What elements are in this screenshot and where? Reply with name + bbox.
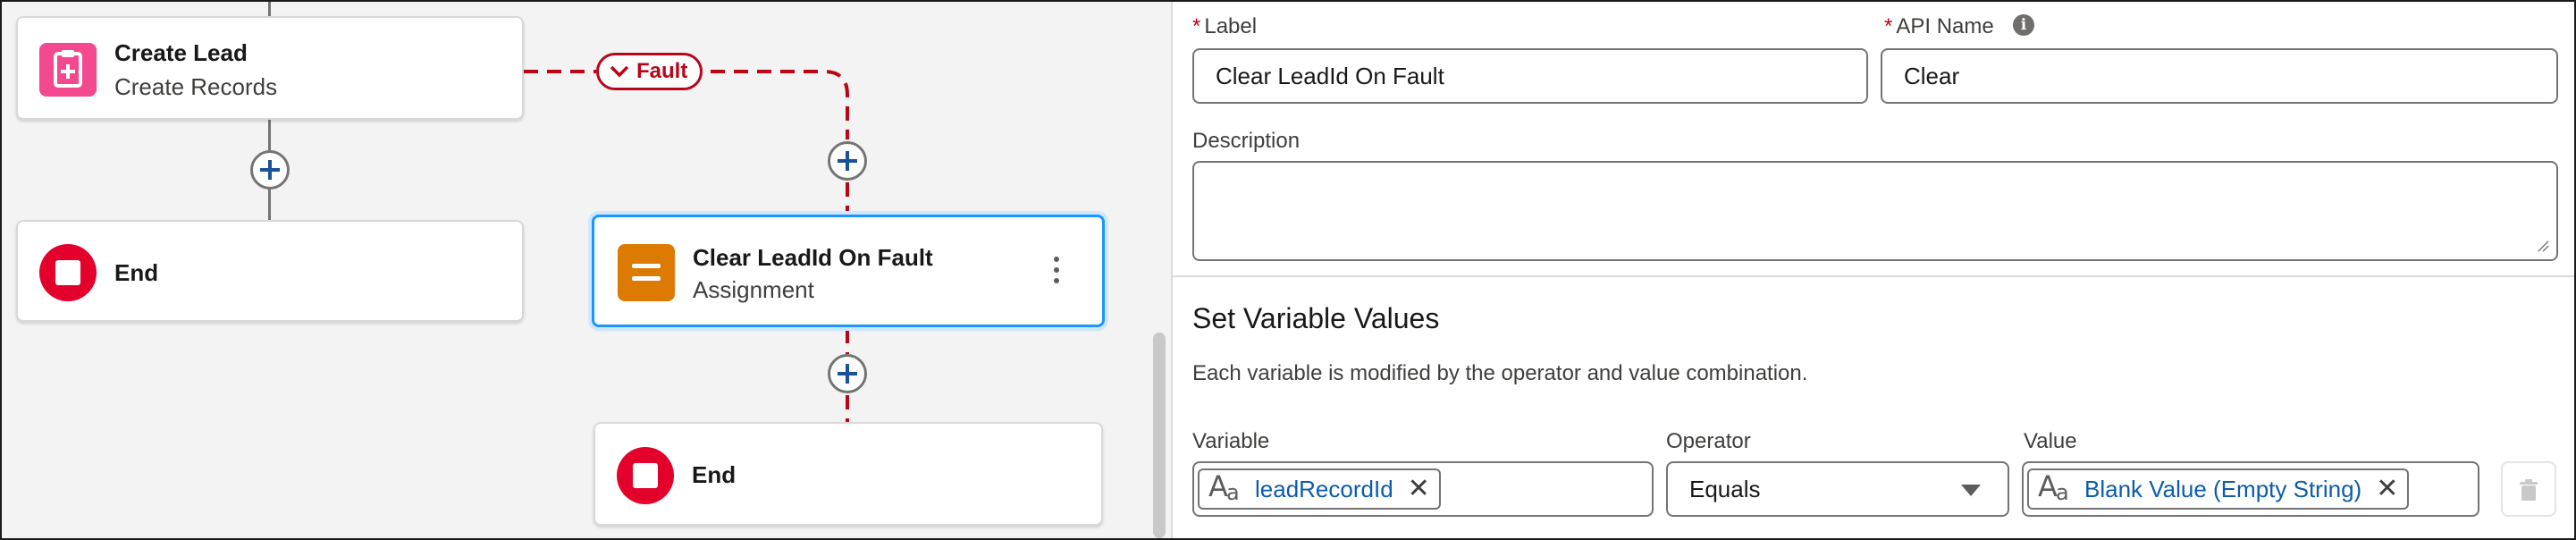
flow-builder-window: Create Lead Create Records Fault End Cle… [0,0,2576,540]
add-element-button[interactable] [828,141,867,181]
section-title: Set Variable Values [1192,302,1440,334]
text-variable-icon: Aa [2038,469,2069,505]
fault-label: Fault [636,59,688,83]
node-title: Create Lead [114,39,248,66]
canvas-scrollbar[interactable] [1153,333,1166,538]
value-column-label: Value [2024,429,2077,453]
add-element-button[interactable] [250,150,290,190]
chevron-down-icon [1961,485,1981,496]
description-textarea[interactable] [1192,161,2558,261]
label-input[interactable]: Clear LeadId On Fault [1192,48,1868,104]
variable-column-label: Variable [1192,429,1270,453]
value-pill[interactable]: Aa Blank Value (Empty String) ✕ [2027,468,2410,510]
node-title: End [692,461,737,488]
api-name-input[interactable]: Clear [1881,48,2558,104]
properties-panel: * Label Clear LeadId On Fault * API Name i… [1173,2,2574,538]
operator-select[interactable]: Equals [1666,461,2009,517]
operator-selected-value: Equals [1689,475,1761,502]
resize-handle[interactable] [2537,240,2549,252]
section-description: Each variable is modified by the operato… [1192,361,1808,385]
variable-combobox[interactable]: Aa leadRecordId ✕ [1192,461,1654,517]
label-field-label: * Label [1192,14,1258,38]
section-divider [1173,275,2574,277]
add-element-button[interactable] [828,354,867,393]
delete-row-button[interactable] [2501,461,2556,517]
value-pill-label: Blank Value (Empty String) [2084,475,2362,502]
required-indicator: * [1884,14,1893,38]
flow-canvas[interactable]: Create Lead Create Records Fault End Cle… [2,2,1171,538]
required-indicator: * [1192,14,1201,38]
node-type: Assignment [693,276,814,303]
value-combobox[interactable]: Aa Blank Value (Empty String) ✕ [2022,461,2479,517]
clear-leadid-on-fault-node[interactable]: Clear LeadId On Fault Assignment [592,215,1105,327]
end-node[interactable]: End [16,220,524,322]
api-name-field-label: * API Name [1884,14,1994,38]
close-icon[interactable]: ✕ [2376,476,2398,502]
create-record-icon [39,43,97,97]
assignment-icon [618,244,675,301]
info-icon[interactable]: i [2013,14,2034,36]
text-variable-icon: Aa [1208,469,1240,505]
variable-pill-label: leadRecordId [1255,475,1393,502]
fault-path-label[interactable]: Fault [596,53,703,90]
create-lead-node[interactable]: Create Lead Create Records [16,16,524,120]
chevron-down-icon [610,65,629,78]
description-field-label: Description [1192,129,1301,153]
stop-icon [39,244,97,301]
end-node[interactable]: End [593,422,1103,526]
node-type: Create Records [114,73,278,100]
variable-pill[interactable]: Aa leadRecordId ✕ [1198,468,1441,510]
operator-column-label: Operator [1666,429,1751,453]
more-actions-icon[interactable] [1052,257,1061,287]
node-title: End [114,259,159,286]
stop-icon [617,447,674,504]
close-icon[interactable]: ✕ [1408,476,1430,502]
node-title: Clear LeadId On Fault [693,244,933,271]
trash-icon [2520,479,2538,501]
